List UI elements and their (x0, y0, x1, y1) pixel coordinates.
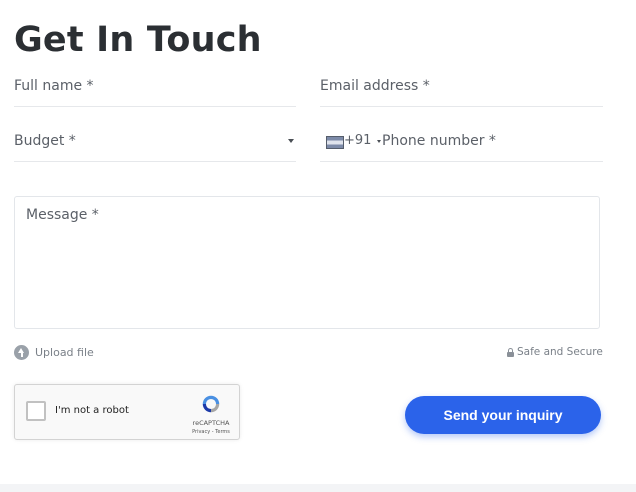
country-code[interactable]: +91 (344, 133, 371, 148)
recaptcha-terms[interactable]: Privacy - Terms (185, 429, 237, 435)
phone-placeholder: Phone number * (382, 133, 496, 149)
chevron-down-icon[interactable] (377, 140, 381, 143)
upload-icon (14, 344, 29, 360)
upload-file-label: Upload file (35, 345, 94, 359)
recaptcha-label: I'm not a robot (55, 405, 129, 416)
upload-file-button[interactable]: Upload file (14, 344, 94, 360)
recaptcha-brand: reCAPTCHA (192, 419, 230, 427)
send-inquiry-button[interactable]: Send your inquiry (405, 396, 601, 434)
recaptcha-logo-icon (202, 395, 220, 413)
footer-divider (0, 484, 636, 492)
full-name-field[interactable]: Full name * (14, 78, 296, 107)
secure-label: Safe and Secure (517, 346, 603, 358)
secure-note: Safe and Secure (507, 345, 603, 359)
budget-placeholder: Budget * (14, 133, 76, 149)
full-name-placeholder: Full name * (14, 78, 94, 94)
email-placeholder: Email address * (320, 78, 430, 94)
message-textarea[interactable]: Message * (14, 196, 600, 329)
lock-icon (507, 347, 514, 357)
india-flag-icon[interactable] (326, 136, 344, 149)
chevron-down-icon (288, 139, 294, 143)
message-placeholder: Message * (26, 207, 99, 223)
recaptcha-checkbox[interactable] (26, 401, 46, 421)
page-title: Get In Touch (14, 20, 262, 60)
recaptcha-widget: I'm not a robot reCAPTCHA Privacy - Term… (14, 384, 240, 440)
phone-field[interactable]: +91 Phone number * (320, 133, 603, 162)
email-field[interactable]: Email address * (320, 78, 603, 107)
budget-select[interactable]: Budget * (14, 133, 296, 162)
